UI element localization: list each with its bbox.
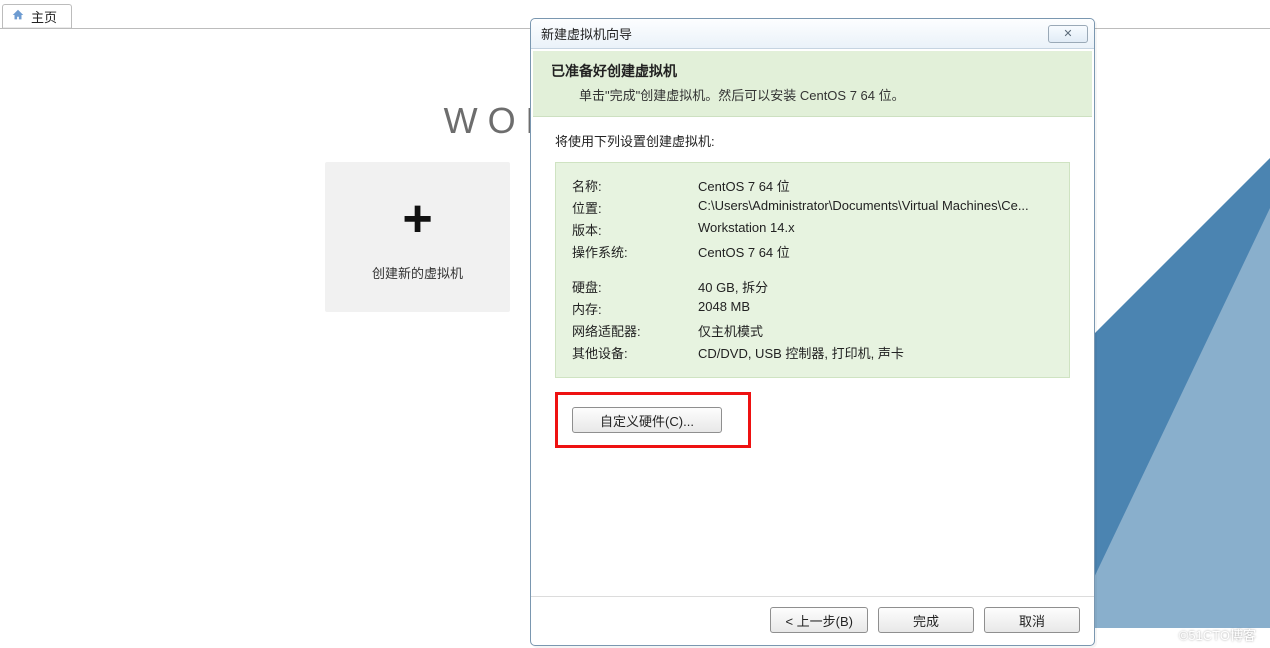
finish-button[interactable]: 完成	[878, 607, 974, 633]
tab-label: 主页	[31, 7, 57, 26]
value-os: CentOS 7 64 位	[698, 242, 1053, 261]
value-memory: 2048 MB	[698, 299, 1053, 318]
label-name: 名称:	[572, 176, 698, 195]
summary-box: 名称: CentOS 7 64 位 位置: C:\Users\Administr…	[555, 162, 1070, 378]
titlebar: 新建虚拟机向导 ✕	[531, 19, 1094, 49]
dialog-body: 将使用下列设置创建虚拟机: 名称: CentOS 7 64 位 位置: C:\U…	[531, 117, 1094, 596]
label-other: 其他设备:	[572, 343, 698, 362]
back-button[interactable]: < 上一步(B)	[770, 607, 868, 633]
label-os: 操作系统:	[572, 242, 698, 261]
summary-row-disk: 硬盘: 40 GB, 拆分	[572, 277, 1053, 296]
value-location: C:\Users\Administrator\Documents\Virtual…	[698, 198, 1053, 217]
tile-label: 创建新的虚拟机	[372, 263, 463, 282]
banner-title: 已准备好创建虚拟机	[551, 61, 1074, 81]
summary-row-name: 名称: CentOS 7 64 位	[572, 176, 1053, 195]
value-other: CD/DVD, USB 控制器, 打印机, 声卡	[698, 343, 1053, 362]
summary-row-other: 其他设备: CD/DVD, USB 控制器, 打印机, 声卡	[572, 343, 1053, 362]
close-button[interactable]: ✕	[1048, 25, 1088, 43]
value-name: CentOS 7 64 位	[698, 176, 1053, 195]
customize-hardware-button[interactable]: 自定义硬件(C)...	[572, 407, 722, 433]
summary-row-network: 网络适配器: 仅主机模式	[572, 321, 1053, 340]
summary-row-version: 版本: Workstation 14.x	[572, 220, 1053, 239]
label-version: 版本:	[572, 220, 698, 239]
background-decoration-overlay	[1070, 208, 1270, 628]
summary-row-memory: 内存: 2048 MB	[572, 299, 1053, 318]
plus-icon: +	[402, 193, 432, 245]
close-icon: ✕	[1063, 27, 1072, 40]
summary-row-os: 操作系统: CentOS 7 64 位	[572, 242, 1053, 261]
label-location: 位置:	[572, 198, 698, 217]
customize-highlight: 自定义硬件(C)...	[555, 392, 751, 448]
dialog-title: 新建虚拟机向导	[541, 24, 632, 43]
label-disk: 硬盘:	[572, 277, 698, 296]
label-network: 网络适配器:	[572, 321, 698, 340]
banner: 已准备好创建虚拟机 单击"完成"创建虚拟机。然后可以安装 CentOS 7 64…	[533, 51, 1092, 117]
home-icon	[11, 8, 25, 25]
banner-subtitle: 单击"完成"创建虚拟机。然后可以安装 CentOS 7 64 位。	[551, 85, 1074, 104]
value-version: Workstation 14.x	[698, 220, 1053, 239]
cancel-button[interactable]: 取消	[984, 607, 1080, 633]
value-network: 仅主机模式	[698, 321, 1053, 340]
button-bar: < 上一步(B) 完成 取消	[531, 596, 1094, 645]
summary-row-location: 位置: C:\Users\Administrator\Documents\Vir…	[572, 198, 1053, 217]
watermark: ©51CTO博客	[1179, 625, 1256, 644]
tile-create-vm[interactable]: + 创建新的虚拟机	[325, 162, 510, 312]
value-disk: 40 GB, 拆分	[698, 277, 1053, 296]
lead-text: 将使用下列设置创建虚拟机:	[555, 131, 1070, 150]
tab-home[interactable]: 主页	[2, 4, 72, 28]
label-memory: 内存:	[572, 299, 698, 318]
new-vm-wizard-dialog: 新建虚拟机向导 ✕ 已准备好创建虚拟机 单击"完成"创建虚拟机。然后可以安装 C…	[530, 18, 1095, 646]
